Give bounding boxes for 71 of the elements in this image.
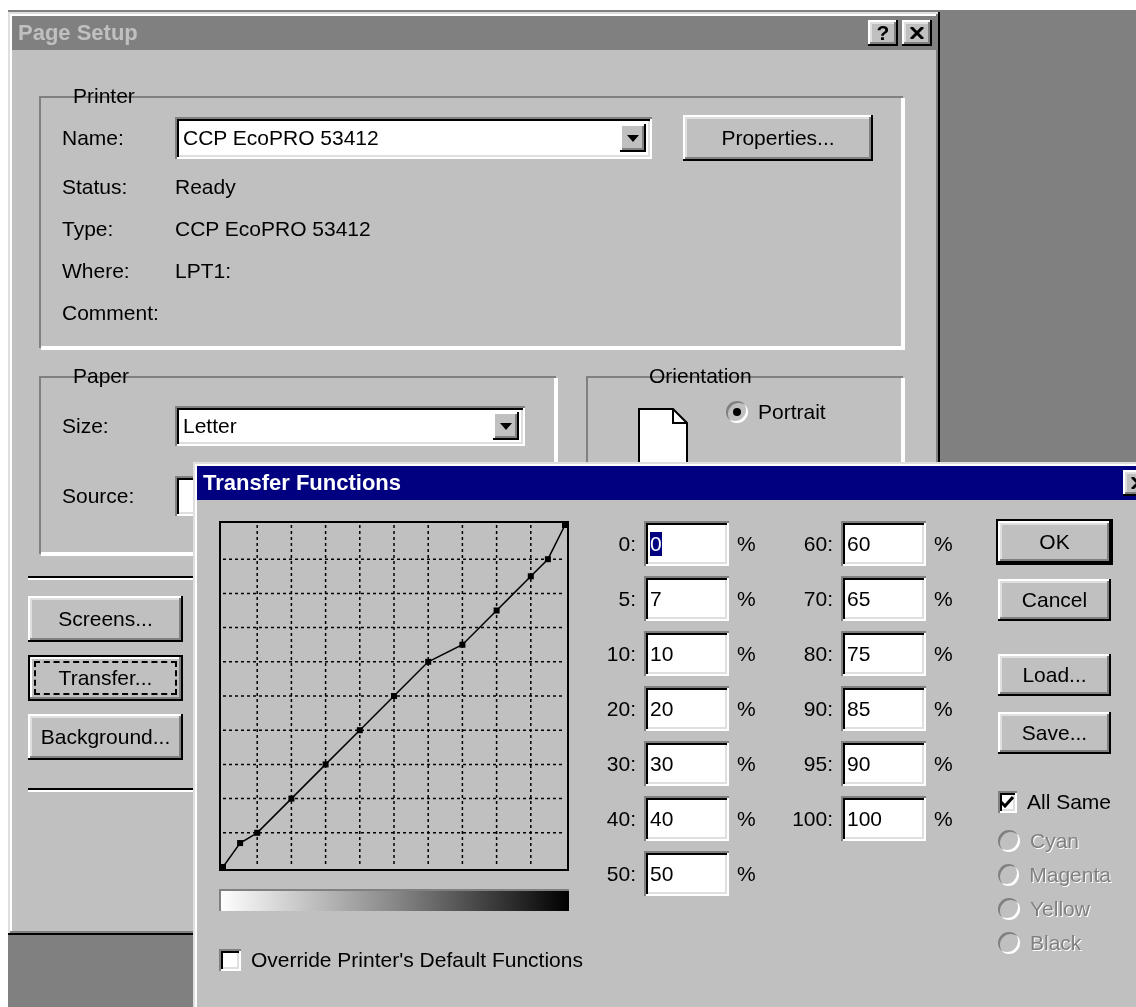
percent-input-field[interactable]: 20 [644,686,729,731]
percent-input-field[interactable]: 7 [644,576,729,621]
dialog-button[interactable]: Load... [998,654,1111,696]
field-label: 5: [617,585,636,612]
unit-label: % [934,585,954,612]
printer-name-dropdown[interactable]: CCP EcoPRO 53412 [175,117,652,159]
field-label: Size: [62,414,110,438]
unit-label: % [934,530,954,557]
field-label: Comment: [62,301,160,325]
group-label: Orientation [648,364,753,388]
field-value: Ready [175,175,236,199]
field-label: 95: [802,750,833,777]
dialog-button[interactable]: Screens... [28,596,183,642]
unit-label: % [737,640,757,667]
field-label: 0: [617,530,636,557]
field-label: 80: [802,640,833,667]
paper-size-dropdown[interactable]: Letter [175,406,525,446]
dialog-button[interactable]: OK [998,521,1111,563]
percent-input-field[interactable]: 65 [841,576,926,621]
dialog-button[interactable]: Cancel [998,579,1111,621]
field-label: Name: [62,126,125,150]
dialog-button[interactable]: Save... [998,712,1111,754]
unit-label: % [934,640,954,667]
checkmark-icon [1000,796,1015,808]
unit-label: % [737,750,757,777]
field-value: LPT1: [175,259,232,283]
field-value: CCP EcoPRO 53412 [175,217,371,241]
transfer-curve-drawing[interactable] [219,521,569,871]
unit-label: % [934,750,954,777]
close-button[interactable] [902,20,932,46]
percent-input-field[interactable]: 90 [841,741,926,786]
field-label: Type: [62,217,115,241]
window-title: Transfer Functions [203,470,403,496]
help-button[interactable]: ? [868,20,898,46]
unit-label: % [934,805,954,832]
percent-input-field[interactable]: 0 [644,521,729,566]
percent-input-field[interactable]: 10 [644,631,729,676]
field-label: 10: [605,640,636,667]
field-label: 60: [802,530,833,557]
field-label: 20: [605,695,636,722]
group-label: Paper [72,364,131,388]
percent-input-field[interactable]: 85 [841,686,926,731]
unit-label: % [737,695,757,722]
field-label: 70: [802,585,833,612]
field-label: 30: [605,750,636,777]
percent-input-field[interactable]: 75 [841,631,926,676]
field-label: Where: [62,259,131,283]
percent-input-field[interactable]: 60 [841,521,926,566]
group-label: Printer [72,84,136,108]
field-label: 40: [605,805,636,832]
all-same-checkbox[interactable]: All Same [998,790,1111,814]
close-icon [910,27,924,39]
window-title: Page Setup [18,20,139,46]
dialog-button[interactable]: Transfer... [28,655,183,701]
dialog-button[interactable]: Background... [28,714,183,760]
field-label: Source: [62,484,136,508]
unit-label: % [934,695,954,722]
field-label: 100: [791,805,833,832]
properties-button[interactable]: Properties... [683,115,873,161]
percent-input-field[interactable]: 100 [841,796,926,841]
percent-input-field[interactable]: 40 [644,796,729,841]
field-label: Status: [62,175,129,199]
percent-input-field[interactable]: 50 [644,851,729,896]
field-label: 50: [605,860,636,887]
field-label: 90: [802,695,833,722]
unit-label: % [737,860,757,887]
percent-input-field[interactable]: 30 [644,741,729,786]
unit-label: % [737,585,757,612]
radio-option[interactable]: Portrait [726,400,826,424]
unit-label: % [737,530,757,557]
unit-label: % [737,805,757,832]
